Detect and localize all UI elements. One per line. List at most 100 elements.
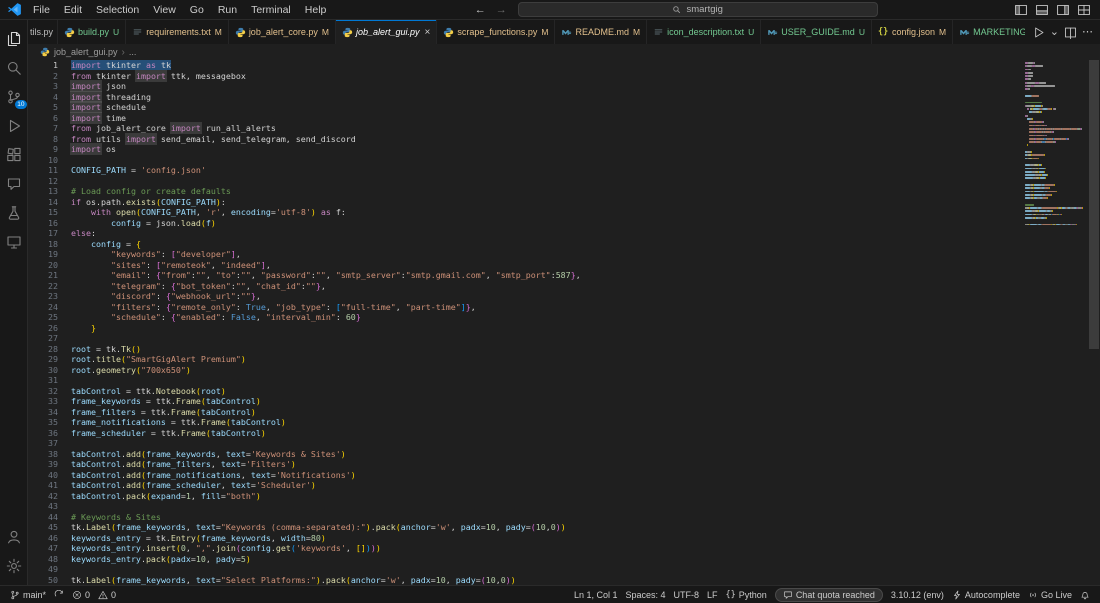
tab-icon_description.txt[interactable]: icon_description.txt U: [647, 20, 762, 44]
status-go-live[interactable]: Go Live: [1024, 586, 1076, 603]
tab-build.py[interactable]: build.py U: [58, 20, 127, 44]
menu-item-edit[interactable]: Edit: [57, 4, 89, 16]
tab-label: README.md: [575, 27, 629, 37]
text-file-icon: [132, 27, 143, 38]
status-eol-sequence[interactable]: LF: [703, 586, 722, 603]
code-content[interactable]: 1 import tkinter as tk 2 from tkinter impor…: [28, 60, 1020, 585]
code-line: 16 config = json.load(f): [28, 218, 1020, 229]
remote-explorer-icon[interactable]: [1, 227, 27, 256]
menu-item-go[interactable]: Go: [183, 4, 211, 16]
status-label: 0: [111, 589, 117, 600]
tab-config.json[interactable]: {} config.json M: [871, 20, 954, 44]
code-line: 14 if os.path.exists(CONFIG_PATH):: [28, 197, 1020, 208]
customize-layout-icon[interactable]: [1077, 3, 1091, 17]
line-number: 32: [48, 385, 58, 396]
status-autocomplete[interactable]: Autocomplete: [948, 586, 1024, 603]
status-problems-warnings[interactable]: 0: [94, 586, 120, 603]
status-chat-quota[interactable]: Chat quota reached: [774, 587, 883, 602]
breadcrumb-symbol[interactable]: ...: [129, 47, 137, 57]
status-encoding[interactable]: UTF-8: [670, 586, 704, 603]
breadcrumb[interactable]: job_alert_gui.py › ...: [28, 44, 1100, 60]
tab-MARKETING_PACK.md[interactable]: MARKETING_PACK.mdU: [953, 20, 1025, 44]
tab-label: scrape_functions.py: [457, 27, 538, 37]
close-tab-icon[interactable]: ×: [425, 27, 431, 38]
status-git-branch[interactable]: main*: [6, 586, 50, 603]
line-number: 34: [48, 406, 58, 417]
minimap[interactable]: [1025, 62, 1087, 227]
menu-bar: File Edit Selection View Go Run Terminal Help: [26, 4, 333, 16]
line-text: import os: [71, 144, 116, 154]
status-problems-errors[interactable]: 0: [68, 586, 94, 603]
tab-label: USER_GUIDE.md: [781, 27, 855, 37]
status-notifications-bell[interactable]: [1076, 586, 1094, 603]
menu-item-file[interactable]: File: [26, 4, 57, 16]
tab-USER_GUIDE.md[interactable]: USER_GUIDE.md U: [761, 20, 872, 44]
line-text: # Load config or create defaults: [71, 186, 231, 196]
toggle-panel-icon[interactable]: [1035, 3, 1049, 17]
tab-job_alert_core.py[interactable]: job_alert_core.py M: [228, 20, 336, 44]
line-number: 38: [48, 448, 58, 459]
menu-item-run[interactable]: Run: [211, 4, 244, 16]
scrollbar-thumb[interactable]: [1089, 60, 1099, 349]
line-text: "filters": {"remote_only": True, "job_ty…: [110, 301, 476, 312]
run-python-file-icon[interactable]: [1032, 26, 1045, 39]
line-number: 42: [48, 490, 58, 501]
toggle-primary-sidebar-icon[interactable]: [1014, 3, 1028, 17]
text-file-icon: [653, 27, 664, 38]
git-status-badge: U: [113, 27, 120, 37]
status-sync-changes[interactable]: [50, 586, 68, 603]
forward-icon[interactable]: →: [491, 4, 512, 16]
line-number: 33: [48, 396, 58, 406]
search-icon[interactable]: [1, 53, 27, 82]
source-control-icon[interactable]: 10: [1, 82, 27, 111]
line-text: tabControl = ttk.Notebook(root): [71, 385, 226, 396]
code-line: 24 "filters": {"remote_only": True, "job…: [28, 302, 1020, 313]
line-number: 27: [48, 333, 58, 343]
status-indentation[interactable]: Spaces: 4: [621, 586, 669, 603]
tab-tils.py[interactable]: tils.py: [28, 20, 59, 44]
vertical-scrollbar[interactable]: [1088, 60, 1100, 585]
command-center-search[interactable]: smartgig: [517, 2, 878, 17]
testing-icon[interactable]: [1, 198, 27, 227]
tab-requirements.txt[interactable]: requirements.txt M: [126, 20, 229, 44]
tab-job_alert_gui.py[interactable]: job_alert_gui.py ×: [335, 20, 438, 44]
status-language-mode[interactable]: {} Python: [722, 586, 771, 603]
more-actions-icon[interactable]: ⋯: [1082, 26, 1093, 39]
code-line: 7 from job_alert_core import run_all_aler…: [28, 123, 1020, 134]
markdown-file-icon: [767, 27, 778, 38]
code-line: 11 CONFIG_PATH = 'config.json': [28, 165, 1020, 176]
code-line: 46 keywords_entry = tk.Entry(frame_keywor…: [28, 533, 1020, 544]
line-number: 1: [53, 60, 58, 70]
menu-item-view[interactable]: View: [146, 4, 183, 16]
line-text: tabControl.add(frame_notifications, text…: [71, 469, 356, 480]
back-icon[interactable]: ←: [470, 4, 491, 16]
status-python-interpreter[interactable]: 3.10.12 (env): [887, 586, 948, 603]
status-cursor-position[interactable]: Ln 1, Col 1: [570, 586, 622, 603]
line-number: 4: [53, 91, 58, 102]
code-line: 26 }: [28, 323, 1020, 334]
status-label: 3.10.12 (env): [890, 589, 944, 600]
run-and-debug-icon[interactable]: [1, 111, 27, 140]
code-editor[interactable]: 1 import tkinter as tk 2 from tkinter impor…: [28, 60, 1100, 585]
line-text: from utils import send_email, send_teleg…: [71, 133, 356, 144]
menu-item-help[interactable]: Help: [298, 4, 334, 16]
menu-item-selection[interactable]: Selection: [89, 4, 146, 16]
tab-bar: tils.py build.py Urequirements.txt Mjob_ale…: [28, 20, 1100, 44]
code-line: 27: [28, 333, 1020, 344]
menu-item-terminal[interactable]: Terminal: [244, 4, 298, 16]
chat-icon[interactable]: [1, 169, 27, 198]
account-icon[interactable]: [1, 522, 27, 551]
tab-scrape_functions.py[interactable]: scrape_functions.py M: [437, 20, 556, 44]
extensions-icon[interactable]: [1, 140, 27, 169]
breadcrumb-file[interactable]: job_alert_gui.py: [54, 47, 118, 57]
toggle-secondary-sidebar-icon[interactable]: [1056, 3, 1070, 17]
run-dropdown-icon[interactable]: ⌄: [1050, 26, 1059, 39]
settings-icon[interactable]: [1, 551, 27, 580]
tab-label: build.py: [78, 27, 110, 37]
explorer-icon[interactable]: [1, 24, 27, 53]
split-editor-icon[interactable]: [1064, 26, 1077, 39]
history-navigation: ← →: [470, 4, 512, 16]
tab-README.md[interactable]: README.md M: [555, 20, 648, 44]
line-text: tabControl.add(frame_keywords, text='Key…: [71, 448, 346, 459]
line-number: 12: [48, 175, 58, 186]
